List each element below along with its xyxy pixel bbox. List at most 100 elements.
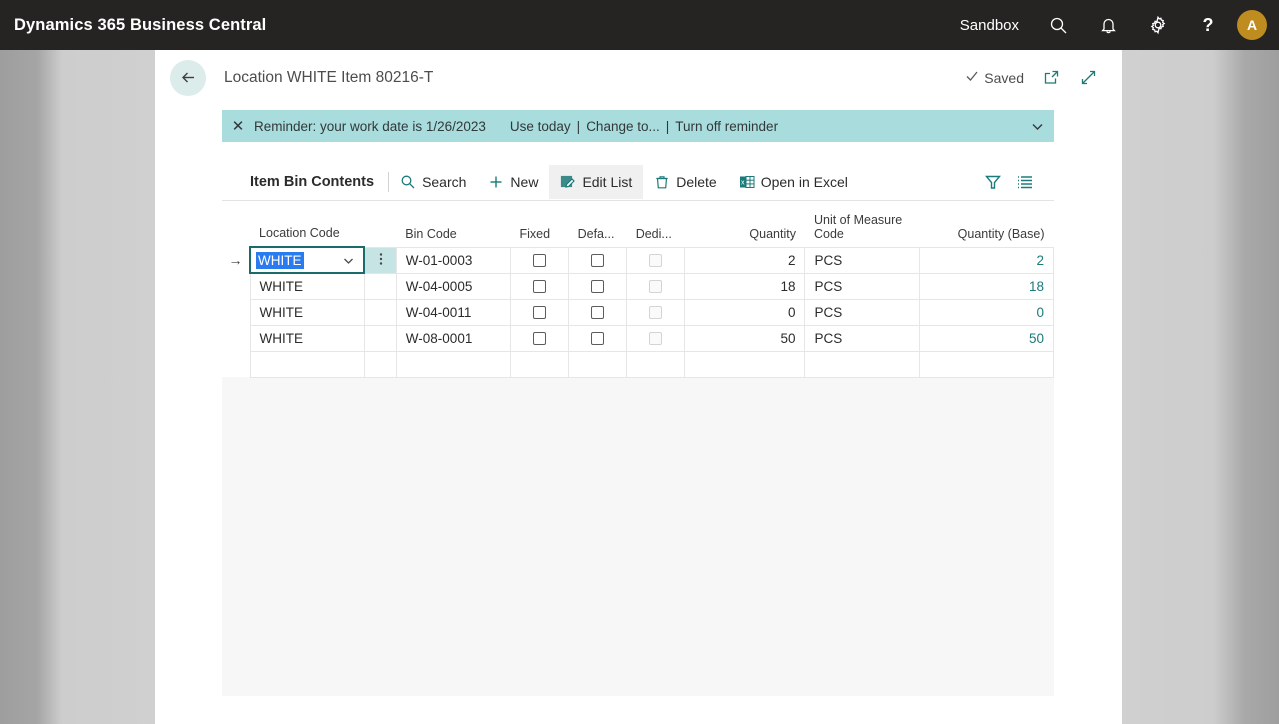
table-row[interactable]: WHITE W-04-0005 18 PCS 18 — [222, 272, 1055, 300]
change-to-action[interactable]: Change to... — [586, 119, 660, 134]
row-menu-button[interactable] — [363, 272, 397, 300]
quantity-cell[interactable]: 0 — [684, 298, 806, 326]
edit-list-button[interactable]: Edit List — [549, 164, 644, 199]
location-code-cell[interactable] — [249, 350, 365, 378]
table-row[interactable]: WHITE W-08-0001 50 PCS 50 — [222, 324, 1055, 352]
bell-icon[interactable] — [1083, 0, 1133, 50]
quantity-base-cell[interactable] — [918, 350, 1055, 378]
row-indicator: → — [222, 247, 251, 273]
search-input[interactable]: WHITE — [256, 251, 304, 269]
background-dim-overlay-right — [1122, 50, 1279, 724]
col-location-code[interactable]: Location Code — [250, 201, 365, 247]
excel-icon: x — [739, 174, 755, 190]
avatar[interactable]: A — [1237, 10, 1267, 40]
uom-code-cell[interactable]: PCS — [804, 272, 920, 300]
search-button[interactable]: Search — [389, 165, 477, 199]
uom-code-cell[interactable] — [804, 350, 920, 378]
fixed-checkbox-cell[interactable] — [509, 246, 570, 274]
dialog-title: Location WHITE Item 80216-T — [224, 68, 434, 86]
close-icon[interactable]: ✕ — [222, 110, 254, 142]
question-mark-icon[interactable]: ? — [1183, 0, 1233, 50]
default-checkbox-cell[interactable] — [568, 246, 628, 274]
turn-off-reminder-action[interactable]: Turn off reminder — [675, 119, 778, 134]
fixed-checkbox[interactable] — [533, 332, 547, 346]
location-code-cell-editing[interactable]: WHITE — [249, 246, 366, 274]
quantity-cell[interactable]: 18 — [684, 272, 806, 300]
fixed-checkbox[interactable] — [533, 280, 547, 294]
row-menu-button[interactable] — [363, 350, 397, 378]
use-today-action[interactable]: Use today — [510, 119, 571, 134]
col-bin-code[interactable]: Bin Code — [396, 201, 511, 247]
open-in-excel-button[interactable]: x Open in Excel — [728, 165, 859, 199]
default-checkbox[interactable] — [591, 254, 605, 268]
bin-code-cell[interactable]: W-04-0011 — [395, 298, 512, 326]
col-dedicated[interactable]: Dedi... — [626, 201, 685, 247]
col-quantity[interactable]: Quantity — [684, 201, 805, 247]
default-checkbox[interactable] — [591, 280, 605, 294]
quantity-base-cell[interactable]: 2 — [918, 246, 1055, 274]
notification-separator-2: | — [665, 118, 670, 134]
default-checkbox-cell[interactable] — [568, 298, 628, 326]
background-dim-overlay-left — [0, 50, 155, 724]
row-indicator — [222, 299, 251, 325]
col-default[interactable]: Defa... — [568, 201, 627, 247]
quantity-base-cell[interactable]: 50 — [918, 324, 1055, 352]
edit-list-button-label: Edit List — [582, 173, 633, 190]
chevron-down-icon[interactable] — [341, 253, 356, 268]
quantity-cell[interactable]: 2 — [684, 246, 806, 274]
default-checkbox-cell[interactable] — [568, 324, 628, 352]
table-row[interactable]: WHITE W-04-0011 0 PCS 0 — [222, 298, 1055, 326]
app-title: Dynamics 365 Business Central — [14, 15, 267, 34]
fixed-checkbox[interactable] — [533, 254, 547, 268]
notification-separator-1: | — [576, 118, 581, 134]
table-row[interactable] — [222, 350, 1055, 378]
location-code-cell[interactable]: WHITE — [249, 272, 365, 300]
delete-button[interactable]: Delete — [643, 165, 727, 199]
reminder-text: Reminder: your work date is 1/26/2023 — [254, 118, 486, 134]
edit-list-icon — [560, 174, 576, 190]
fixed-checkbox-cell[interactable] — [509, 324, 570, 352]
col-uom-code[interactable]: Unit of Measure Code — [804, 201, 920, 247]
list-view-icon[interactable] — [1016, 173, 1034, 191]
table-row[interactable]: → WHITE W-01-0003 2 PCS 2 — [222, 246, 1055, 274]
default-checkbox[interactable] — [591, 332, 605, 346]
dedicated-checkbox-cell — [626, 324, 686, 352]
dialog-back-button[interactable] — [170, 59, 206, 96]
row-menu-button[interactable] — [363, 324, 397, 352]
gear-icon[interactable] — [1133, 0, 1183, 50]
open-in-new-window-icon[interactable] — [1042, 68, 1061, 87]
filter-funnel-icon[interactable] — [984, 173, 1002, 191]
bin-code-cell[interactable]: W-04-0005 — [395, 272, 512, 300]
uom-code-cell[interactable]: PCS — [804, 246, 920, 274]
environment-label: Sandbox — [959, 16, 1019, 34]
bin-code-cell[interactable]: W-01-0003 — [395, 246, 512, 274]
quantity-cell[interactable] — [684, 350, 806, 378]
fixed-checkbox[interactable] — [533, 306, 547, 320]
quantity-base-cell[interactable]: 18 — [918, 272, 1055, 300]
bin-code-cell[interactable]: W-08-0001 — [395, 324, 512, 352]
quantity-base-cell[interactable]: 0 — [918, 298, 1055, 326]
row-menu-button[interactable] — [363, 246, 397, 274]
location-code-cell[interactable]: WHITE — [249, 298, 365, 326]
chevron-down-icon[interactable] — [1020, 110, 1054, 142]
fixed-checkbox-cell[interactable] — [509, 350, 570, 378]
new-button[interactable]: New — [477, 165, 549, 199]
bin-code-cell[interactable] — [395, 350, 512, 378]
uom-code-cell[interactable]: PCS — [804, 324, 920, 352]
dedicated-checkbox-cell — [626, 298, 686, 326]
search-icon[interactable] — [1033, 0, 1083, 50]
fixed-checkbox-cell[interactable] — [509, 298, 570, 326]
expand-diagonal-icon[interactable] — [1079, 68, 1098, 87]
row-menu-button[interactable] — [363, 298, 397, 326]
default-checkbox-cell[interactable] — [568, 350, 628, 378]
trash-icon — [654, 174, 670, 190]
fixed-checkbox-cell[interactable] — [509, 272, 570, 300]
default-checkbox-cell[interactable] — [568, 272, 628, 300]
uom-code-cell[interactable]: PCS — [804, 298, 920, 326]
row-indicator — [222, 273, 251, 299]
default-checkbox[interactable] — [591, 306, 605, 320]
col-fixed[interactable]: Fixed — [510, 201, 569, 247]
col-quantity-base[interactable]: Quantity (Base) — [919, 201, 1054, 247]
quantity-cell[interactable]: 50 — [684, 324, 806, 352]
location-code-cell[interactable]: WHITE — [249, 324, 365, 352]
